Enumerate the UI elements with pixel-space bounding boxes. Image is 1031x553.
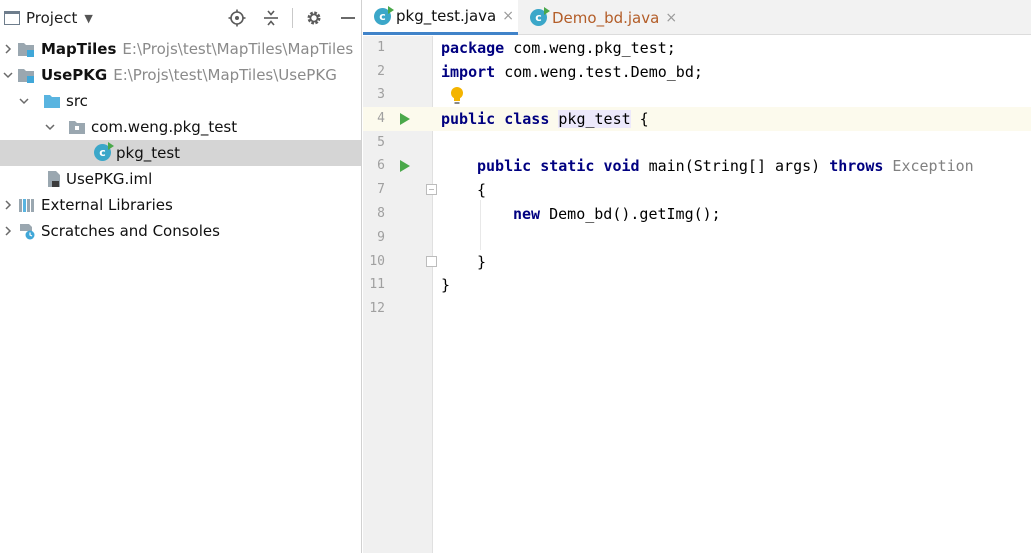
code-keyword: public [441,110,496,128]
tree-item-package[interactable]: com.weng.pkg_test [0,114,361,140]
chevron-right-icon[interactable] [0,223,16,239]
fold-marker-icon[interactable] [426,184,437,195]
minimize-icon[interactable] [335,5,361,31]
line-number: 1 [377,40,385,55]
run-class-icon[interactable] [400,113,410,125]
tree-item-src[interactable]: src [0,88,361,114]
tree-item-label: pkg_test [116,144,181,162]
fold-marker-icon[interactable] [426,256,437,267]
iml-file-icon [45,170,63,188]
project-window-icon [4,11,20,25]
tree-item-label: MapTiles [41,40,117,58]
project-view-selector[interactable]: Project ▼ [0,0,93,36]
code-text: { [630,110,649,128]
source-folder-icon [43,92,61,110]
code-keyword: public [477,157,532,175]
code-keyword: new [513,205,541,223]
code-text: com.weng.test.Demo_bd; [495,63,703,81]
collapse-icon[interactable] [258,5,284,31]
project-panel: Project ▼ MapTiles E:\Projs\test\MapTile… [0,0,362,553]
line-number: 3 [377,87,385,102]
code-line-7: { [477,181,487,199]
code-keyword: package [441,39,505,57]
toolbar-divider [292,8,293,28]
tree-item-label: UsePKG.iml [66,170,153,188]
tree-item-label: Scratches and Consoles [41,222,220,240]
tree-item-label: UsePKG [41,66,108,84]
tab-demo-bd-java[interactable]: c Demo_bd.java × [519,0,679,35]
chevron-down-icon[interactable] [16,93,32,109]
tree-item-scratches[interactable]: Scratches and Consoles [0,218,361,244]
libraries-icon [18,196,36,214]
chevron-down-icon: ▼ [84,11,93,25]
class-name-identifier: pkg_test [558,110,631,128]
code-keyword: class [504,110,550,128]
project-panel-title: Project [26,9,78,27]
tree-item-external-libraries[interactable]: External Libraries [0,192,361,218]
module-folder-icon [17,66,35,84]
code-keyword: throws [829,157,884,175]
code-text: Demo_bd().getImg(); [540,205,721,223]
gear-icon[interactable] [301,5,327,31]
close-icon[interactable]: × [665,10,677,26]
project-panel-header: Project ▼ [0,0,361,36]
code-text: main(String[] args) [639,157,830,175]
line-number: 7 [377,182,385,197]
tree-item-maptiles[interactable]: MapTiles E:\Projs\test\MapTiles\MapTiles [0,36,361,62]
tab-pkg-test-java[interactable]: c pkg_test.java × [363,0,518,35]
code-keyword: void [603,157,640,175]
line-number: 5 [377,135,385,150]
line-number: 2 [377,64,385,79]
line-number: 8 [377,206,385,221]
close-icon[interactable]: × [502,8,514,24]
code-line-4: public class pkg_test { [441,107,649,131]
line-number: 4 [377,111,385,126]
chevron-down-icon[interactable] [42,119,58,135]
tab-label: pkg_test.java [396,7,497,25]
code-line-11: } [441,276,451,294]
code-keyword: import [441,63,496,81]
scratches-icon [18,222,36,240]
locate-icon[interactable] [224,5,250,31]
indent-guide [480,200,481,250]
chevron-down-icon[interactable] [0,67,16,83]
tree-item-pkg-test[interactable]: c pkg_test [0,140,361,166]
code-keyword: static [540,157,595,175]
line-number: 10 [369,254,385,269]
code-line-1: package com.weng.pkg_test; [441,36,676,60]
code-line-6: public static void main(String[] args) t… [477,154,974,178]
tree-item-label: src [66,92,88,110]
line-number: 9 [377,230,385,245]
code-line-10: } [477,253,487,271]
java-class-icon: c [94,142,114,162]
chevron-right-icon[interactable] [0,197,16,213]
java-class-icon: c [374,5,394,25]
tree-item-label: com.weng.pkg_test [91,118,238,136]
module-folder-icon [17,40,35,58]
code-text: com.weng.pkg_test; [504,39,676,57]
exception-type: Exception [883,157,974,175]
tree-item-iml[interactable]: UsePKG.iml [0,166,361,192]
editor-tab-bar: c pkg_test.java × c Demo_bd.java × [363,0,1031,35]
tree-item-label: External Libraries [41,196,173,214]
chevron-right-icon[interactable] [0,41,16,57]
package-icon [68,118,86,136]
tree-item-path: E:\Projs\test\MapTiles\MapTiles [122,40,354,58]
lightbulb-icon[interactable] [449,86,465,106]
code-line-8: new Demo_bd().getImg(); [513,202,721,226]
tree-item-usepkg[interactable]: UsePKG E:\Projs\test\MapTiles\UsePKG [0,62,361,88]
project-tree: MapTiles E:\Projs\test\MapTiles\MapTiles … [0,36,361,244]
line-number: 6 [377,158,385,173]
tab-label: Demo_bd.java [552,8,660,27]
run-main-icon[interactable] [400,160,410,172]
line-number: 11 [369,277,385,292]
java-class-icon: c [530,7,550,26]
editor: c pkg_test.java × c Demo_bd.java × 1 2 3… [363,0,1031,553]
code-line-2: import com.weng.test.Demo_bd; [441,60,703,84]
tree-item-path: E:\Projs\test\MapTiles\UsePKG [113,66,337,84]
line-number: 12 [369,301,385,316]
